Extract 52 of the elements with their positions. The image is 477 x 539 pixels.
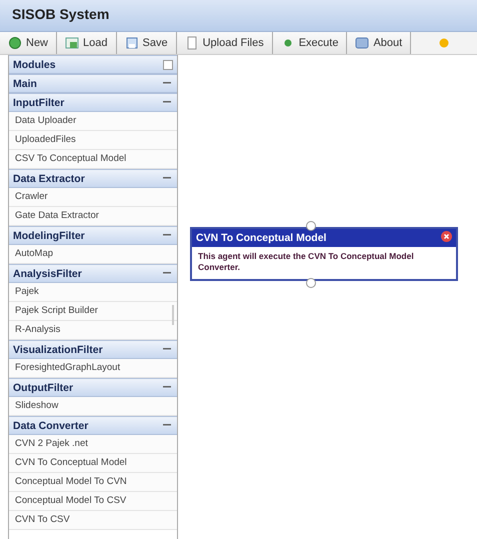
section-title: VisualizationFilter bbox=[13, 344, 103, 356]
module-item[interactable]: Pajek bbox=[9, 283, 177, 302]
section-title: Data Converter bbox=[13, 420, 88, 432]
module-item[interactable]: CVN 2 Pajek .net bbox=[9, 435, 177, 454]
section-title: Data Extractor bbox=[13, 172, 85, 184]
section-header[interactable]: InputFilter bbox=[9, 93, 177, 112]
module-item[interactable]: Conceptual Model To CVN bbox=[9, 473, 177, 492]
toolbar-button[interactable]: Execute bbox=[272, 32, 348, 54]
module-item[interactable]: Conceptual Model To CSV bbox=[9, 492, 177, 511]
scrollbar[interactable] bbox=[172, 305, 174, 325]
module-item[interactable]: Slideshow bbox=[9, 397, 177, 416]
node-description: This agent will execute the CVN To Conceptual Model Converter. bbox=[197, 250, 415, 274]
toolbar-button[interactable]: About bbox=[347, 32, 412, 54]
section-title: AnalysisFilter bbox=[13, 268, 82, 280]
panel-title: Modules bbox=[13, 58, 56, 70]
module-item[interactable]: Pajek Script Builder bbox=[9, 302, 177, 321]
module-item[interactable]: Crawler bbox=[9, 188, 177, 207]
page-icon bbox=[184, 36, 199, 50]
module-item[interactable]: ForesightedGraphLayout bbox=[9, 359, 177, 378]
module-item[interactable]: Data Uploader bbox=[9, 112, 177, 131]
module-item[interactable]: R-Analysis bbox=[9, 321, 177, 340]
circle-icon bbox=[8, 36, 22, 50]
module-item[interactable]: CVN To Conceptual Model bbox=[9, 454, 177, 473]
close-icon[interactable] bbox=[441, 231, 452, 245]
node-title: CVN To Conceptual Model bbox=[196, 232, 326, 244]
section-header[interactable]: Main bbox=[9, 74, 177, 93]
section-header[interactable]: VisualizationFilter bbox=[9, 340, 177, 359]
section-header[interactable]: Data Extractor bbox=[9, 169, 177, 188]
toolbar-button[interactable]: Save bbox=[116, 32, 177, 54]
section-header[interactable]: AnalysisFilter bbox=[9, 264, 177, 283]
module-item[interactable]: AutoMap bbox=[9, 245, 177, 264]
module-item[interactable]: CVN To CSV bbox=[9, 511, 177, 530]
agent-node[interactable]: CVN To Conceptual Model This agent will execute the CVN To Conceptual Model Converter. bbox=[190, 227, 458, 281]
toolbar-button[interactable]: Load bbox=[57, 32, 116, 54]
module-item[interactable]: CSV To Conceptual Model bbox=[9, 150, 177, 169]
section-title: ModelingFilter bbox=[13, 230, 85, 242]
module-item[interactable]: UploadedFiles bbox=[9, 131, 177, 150]
picture-frame-icon bbox=[65, 36, 80, 50]
input-port[interactable] bbox=[306, 221, 316, 231]
section-header[interactable]: Data Converter bbox=[9, 416, 177, 435]
window-icon bbox=[355, 36, 370, 50]
module-item[interactable]: Gate Data Extractor bbox=[9, 207, 177, 226]
section-title: OutputFilter bbox=[13, 382, 74, 394]
section-title: Main bbox=[13, 78, 37, 90]
section-header[interactable]: OutputFilter bbox=[9, 378, 177, 397]
toolbar-button[interactable]: Upload Files bbox=[176, 32, 273, 54]
section-header[interactable]: ModelingFilter bbox=[9, 226, 177, 245]
section-title: InputFilter bbox=[13, 96, 64, 108]
window-title: SISOB System bbox=[12, 6, 110, 22]
panel-toggle[interactable] bbox=[163, 60, 173, 70]
toolbar-button[interactable]: New bbox=[0, 32, 58, 54]
output-port[interactable] bbox=[306, 278, 316, 288]
